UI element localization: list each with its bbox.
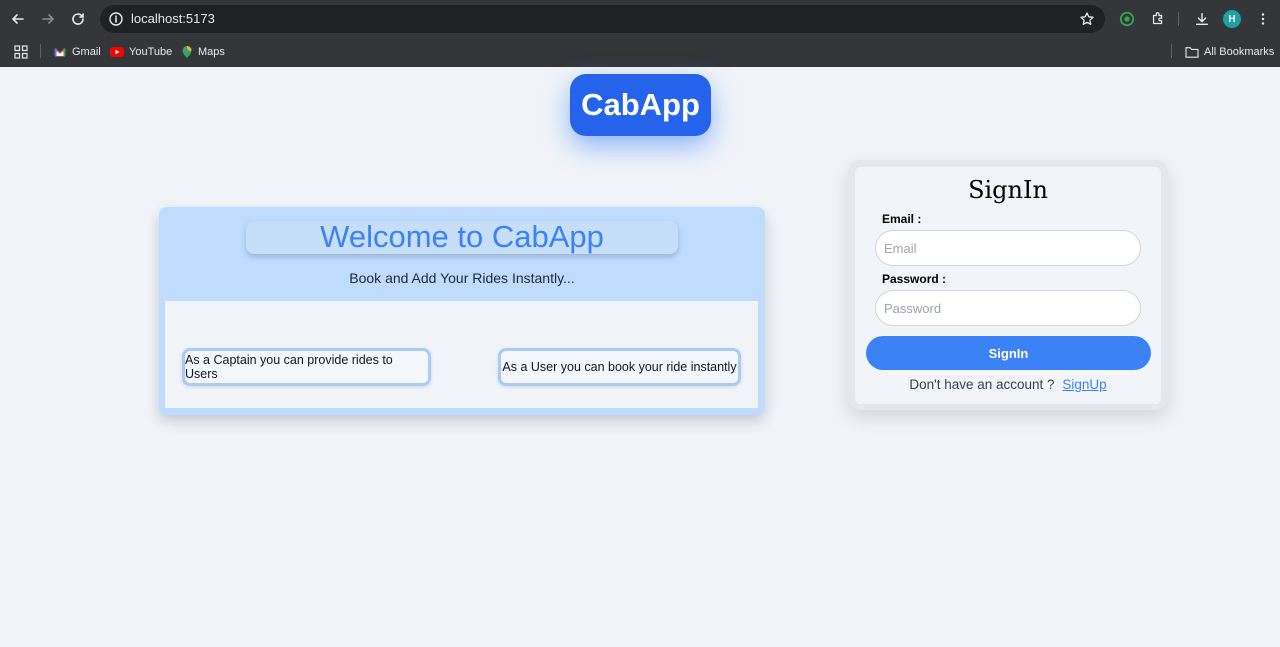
signup-row: Don't have an account ? SignUp [855, 377, 1161, 392]
gmail-icon [54, 48, 66, 57]
bookmark-maps[interactable]: Maps [181, 44, 225, 60]
folder-icon [1185, 47, 1199, 58]
profile-avatar[interactable]: H [1223, 10, 1241, 28]
puzzle-icon [1152, 12, 1163, 25]
signin-button[interactable]: SignIn [866, 336, 1151, 370]
info-icon[interactable] [108, 11, 124, 27]
user-info-box: As a User you can book your ride instant… [498, 348, 741, 386]
forward-button[interactable] [36, 7, 60, 31]
address-bar[interactable]: localhost:5173 [100, 5, 1105, 33]
reload-icon [72, 13, 84, 25]
captain-info-box: As a Captain you can provide rides to Us… [182, 348, 431, 386]
maps-pin-icon [182, 46, 192, 58]
toolbar-divider [1178, 12, 1179, 26]
browser-chrome: localhost:5173 H Gmail YouTube Maps All … [0, 0, 1280, 67]
all-bookmarks-label: All Bookmarks [1204, 46, 1275, 58]
app-logo: CabApp [570, 74, 711, 136]
welcome-title: Welcome to CabApp [320, 219, 604, 254]
download-icon [1195, 12, 1209, 26]
extension-circle-icon [1119, 11, 1135, 27]
star-icon[interactable] [1079, 11, 1095, 27]
roles-panel: As a Captain you can provide rides to Us… [165, 301, 758, 408]
arrow-right-icon [42, 14, 55, 24]
back-button[interactable] [6, 7, 30, 31]
bookmark-label: Gmail [72, 46, 101, 58]
youtube-icon [110, 47, 124, 57]
arrow-left-icon [11, 14, 24, 24]
signin-form: SignIn Email : Password : SignIn Don't h… [855, 167, 1161, 404]
all-bookmarks-button[interactable]: All Bookmarks [1185, 44, 1274, 60]
extensions-menu-button[interactable] [1148, 9, 1168, 29]
password-label: Password : [882, 272, 947, 286]
password-input[interactable] [875, 290, 1141, 326]
browser-toolbar: localhost:5173 H [0, 0, 1280, 38]
bookmarks-divider [1171, 44, 1172, 58]
browser-menu-button[interactable] [1253, 9, 1273, 29]
signin-card: SignIn Email : Password : SignIn Don't h… [848, 160, 1168, 410]
email-label: Email : [882, 212, 922, 226]
welcome-subtitle: Book and Add Your Rides Instantly... [349, 270, 575, 286]
no-account-text: Don't have an account ? [909, 377, 1055, 392]
apps-button[interactable] [14, 44, 28, 60]
bookmark-youtube[interactable]: YouTube [110, 44, 172, 60]
signup-link[interactable]: SignUp [1062, 377, 1106, 392]
bookmarks-bar: Gmail YouTube Maps All Bookmarks [0, 38, 1280, 67]
url-text: localhost:5173 [131, 11, 215, 26]
reload-button[interactable] [66, 7, 90, 31]
downloads-button[interactable] [1192, 9, 1212, 29]
bookmark-label: YouTube [129, 46, 173, 58]
apps-grid-icon [14, 45, 28, 59]
bookmark-label: Maps [198, 46, 225, 58]
email-input[interactable] [875, 230, 1141, 266]
signin-title: SignIn [968, 176, 1048, 204]
more-vertical-icon [1261, 13, 1265, 25]
extension-button[interactable] [1117, 9, 1137, 29]
welcome-card: Welcome to CabApp Book and Add Your Ride… [159, 207, 765, 415]
bookmarks-divider [40, 44, 41, 58]
bookmark-gmail[interactable]: Gmail [53, 44, 101, 60]
